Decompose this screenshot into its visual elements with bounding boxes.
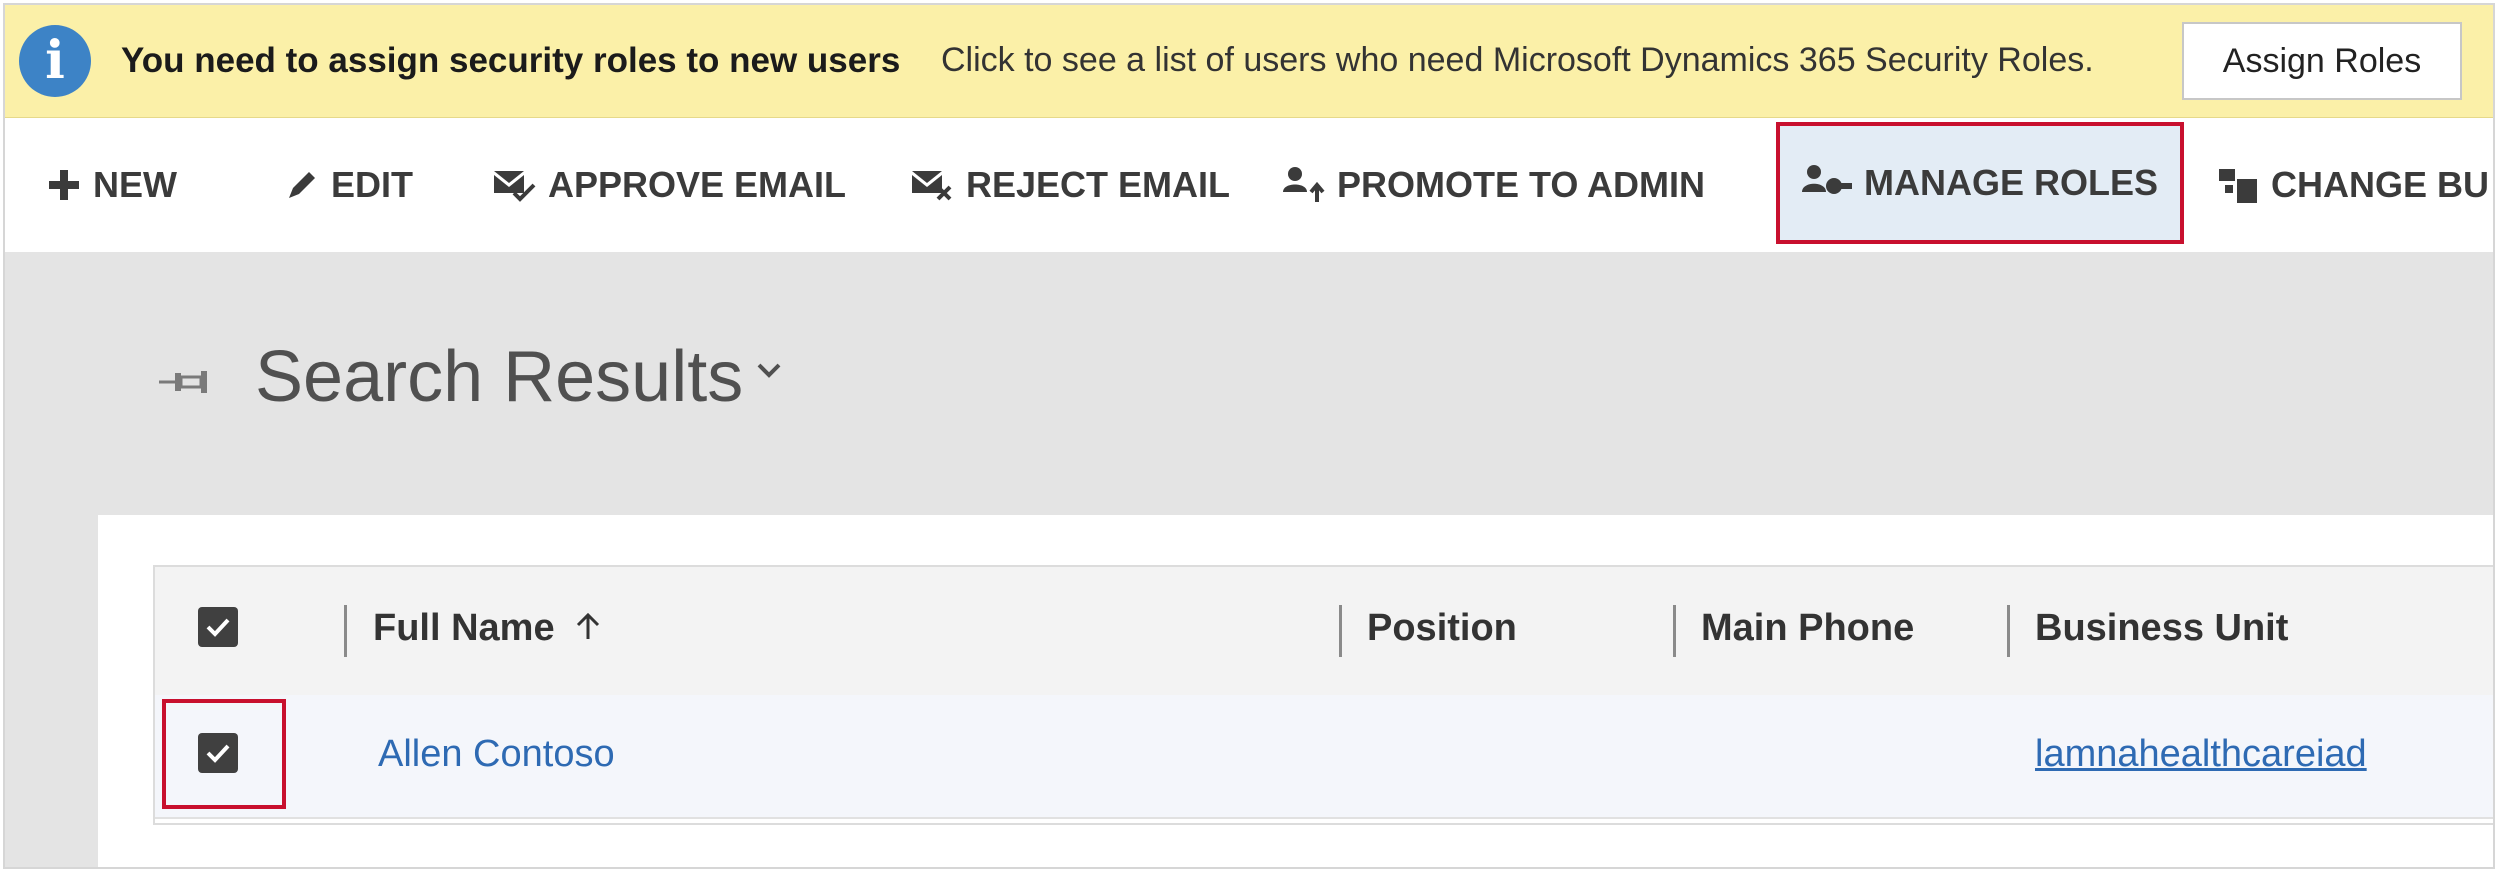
manage-roles-label: MANAGE ROLES xyxy=(1864,162,2159,203)
pin-icon[interactable] xyxy=(157,367,213,402)
pencil-icon xyxy=(285,168,319,202)
approve-email-label: APPROVE EMAIL xyxy=(548,164,847,205)
full-name-link[interactable]: Allen Contoso xyxy=(378,733,615,776)
row-checkbox[interactable] xyxy=(198,733,238,773)
chevron-down-icon[interactable] xyxy=(755,360,783,385)
promote-to-admin-button[interactable]: PROMOTE TO ADMIN xyxy=(1281,118,1705,252)
approve-email-button[interactable]: APPROVE EMAIL xyxy=(492,118,846,252)
business-unit-link[interactable]: lamnahealthcareiad xyxy=(2035,733,2367,776)
column-header-full-name[interactable]: Full Name xyxy=(373,607,601,651)
select-all-checkbox[interactable] xyxy=(198,607,238,647)
reject-email-button[interactable]: REJECT EMAIL xyxy=(910,118,1230,252)
column-separator[interactable] xyxy=(1673,605,1676,657)
grid-header: Full Name Position Main Phone Business U… xyxy=(155,567,2493,697)
approve-email-icon xyxy=(492,167,536,203)
change-business-unit-label: CHANGE BU xyxy=(2271,164,2490,205)
manage-roles-icon xyxy=(1802,164,1852,202)
results-grid: Full Name Position Main Phone Business U… xyxy=(153,565,2493,825)
notification-bar: i You need to assign security roles to n… xyxy=(5,5,2493,118)
sort-ascending-icon xyxy=(575,608,601,651)
plus-icon xyxy=(47,168,81,202)
reject-email-icon xyxy=(910,167,954,203)
column-header-position[interactable]: Position xyxy=(1367,607,1517,650)
full-name-header-label: Full Name xyxy=(373,607,555,649)
reject-email-label: REJECT EMAIL xyxy=(966,164,1231,205)
command-bar: NEW EDIT APPROVE EMAIL REJECT EMAIL PROM xyxy=(5,118,2493,252)
assign-roles-button[interactable]: Assign Roles xyxy=(2182,22,2462,100)
promote-to-admin-label: PROMOTE TO ADMIN xyxy=(1337,164,1705,205)
edit-button[interactable]: EDIT xyxy=(285,118,413,252)
info-icon: i xyxy=(19,25,91,97)
manage-roles-button[interactable]: MANAGE ROLES xyxy=(1775,122,2185,244)
grid-card: Full Name Position Main Phone Business U… xyxy=(98,515,2493,867)
table-row[interactable]: Allen Contoso lamnahealthcareiad xyxy=(155,695,2493,819)
notification-message[interactable]: Click to see a list of users who need Mi… xyxy=(941,41,2094,80)
new-button[interactable]: NEW xyxy=(47,118,177,252)
app-window: i You need to assign security roles to n… xyxy=(3,3,2495,869)
promote-user-icon xyxy=(1281,166,1325,204)
column-header-business-unit[interactable]: Business Unit xyxy=(2035,607,2288,650)
view-title[interactable]: Search Results xyxy=(255,336,743,418)
column-separator[interactable] xyxy=(2007,605,2010,657)
business-unit-icon xyxy=(2217,165,2259,205)
column-separator[interactable] xyxy=(344,605,347,657)
notification-title: You need to assign security roles to new… xyxy=(121,41,901,80)
change-business-unit-button[interactable]: CHANGE BU xyxy=(2217,118,2489,252)
edit-label: EDIT xyxy=(331,164,414,205)
column-header-main-phone[interactable]: Main Phone xyxy=(1701,607,1914,650)
new-label: NEW xyxy=(93,164,177,205)
column-separator[interactable] xyxy=(1339,605,1342,657)
